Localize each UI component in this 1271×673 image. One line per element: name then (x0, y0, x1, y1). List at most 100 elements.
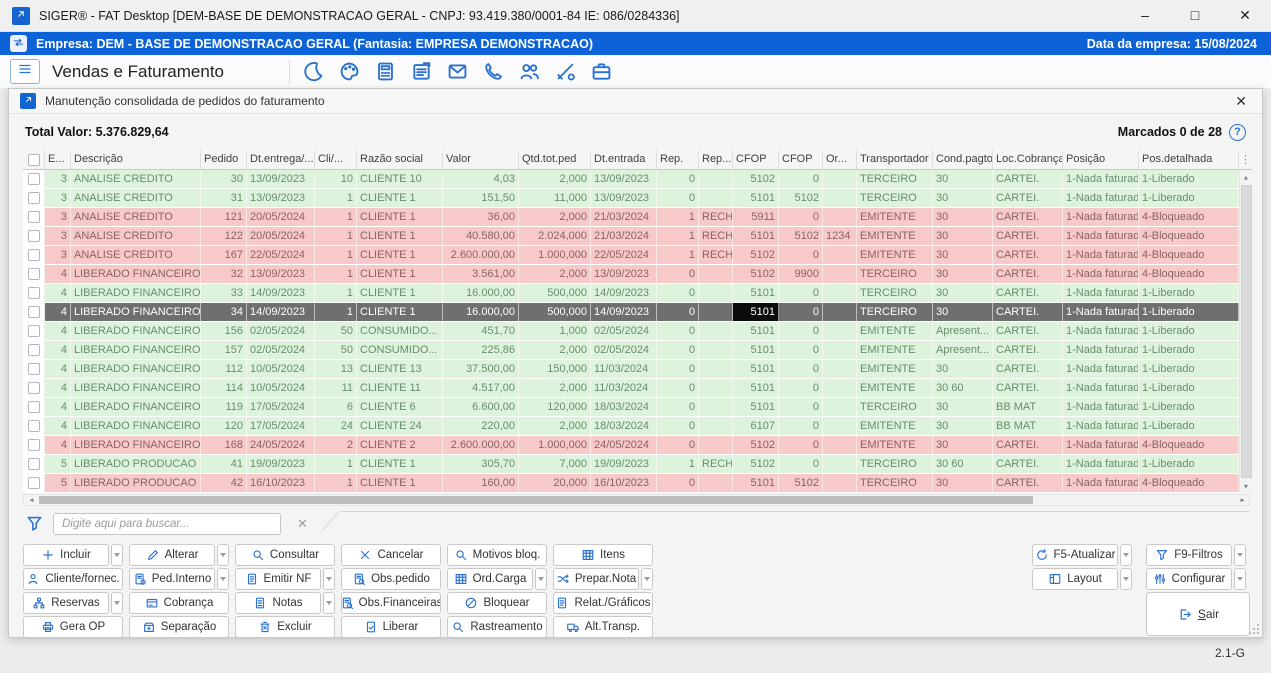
row-checkbox[interactable] (23, 208, 45, 226)
tools-icon[interactable] (554, 60, 577, 83)
rastreamento-button[interactable]: Rastreamento (447, 616, 547, 638)
table-row[interactable]: 4LIBERADO FINANCEIRO3414/09/20231CLIENTE… (23, 303, 1252, 322)
reservas-dropdown[interactable] (111, 592, 123, 614)
separa-o-button[interactable]: Separação (129, 616, 229, 638)
row-checkbox[interactable] (23, 398, 45, 416)
column-header[interactable]: Posição (1063, 150, 1139, 169)
maximize-icon[interactable]: □ (1187, 7, 1203, 24)
table-row[interactable]: 4LIBERADO FINANCEIRO16824/05/20242CLIENT… (23, 436, 1252, 455)
gera-op-button[interactable]: Gera OP (23, 616, 123, 638)
table-row[interactable]: 3ANALISE CREDITO16722/05/20241CLIENTE 12… (23, 246, 1252, 265)
column-header[interactable]: Rep. (657, 150, 699, 169)
users-icon[interactable] (518, 60, 541, 83)
scroll-down-icon[interactable] (1240, 479, 1252, 493)
row-checkbox[interactable] (23, 246, 45, 264)
column-header[interactable]: Loc.Cobrança (993, 150, 1063, 169)
cobran-a-button[interactable]: Cobrança (129, 592, 229, 614)
table-row[interactable]: 3ANALISE CREDITO3113/09/20231CLIENTE 115… (23, 189, 1252, 208)
prepar-nota-dropdown[interactable] (641, 568, 653, 590)
configurar-button[interactable]: Configurar (1146, 568, 1232, 590)
ped-interno-button[interactable]: Ped.Interno (129, 568, 215, 590)
row-checkbox[interactable] (23, 265, 45, 283)
alterar-dropdown[interactable] (217, 544, 229, 566)
column-header[interactable]: Or... (823, 150, 857, 169)
horizontal-scroll-thumb[interactable] (39, 496, 1033, 504)
column-header[interactable]: Pedido (201, 150, 247, 169)
row-checkbox[interactable] (23, 227, 45, 245)
filter-icon[interactable] (25, 514, 44, 538)
notas-dropdown[interactable] (323, 592, 335, 614)
column-header[interactable]: E... (45, 150, 71, 169)
bloquear-button[interactable]: Bloquear (447, 592, 547, 614)
f5-atualizar-dropdown[interactable] (1120, 544, 1132, 566)
row-checkbox[interactable] (23, 322, 45, 340)
scroll-up-icon[interactable] (1240, 170, 1252, 184)
column-options-icon[interactable] (1239, 150, 1252, 169)
column-header[interactable]: Rep... (699, 150, 733, 169)
cancelar-button[interactable]: Cancelar (341, 544, 441, 566)
obs-pedido-button[interactable]: Obs.pedido (341, 568, 441, 590)
select-all-checkbox[interactable] (23, 150, 45, 169)
reservas-button[interactable]: Reservas (23, 592, 109, 614)
table-row[interactable]: 3ANALISE CREDITO3013/09/202310CLIENTE 10… (23, 170, 1252, 189)
layout-dropdown[interactable] (1120, 568, 1132, 590)
table-row[interactable]: 4LIBERADO FINANCEIRO15602/05/202450CONSU… (23, 322, 1252, 341)
row-checkbox[interactable] (23, 284, 45, 302)
f5-atualizar-button[interactable]: F5-Atualizar (1032, 544, 1118, 566)
dialog-close-icon[interactable]: ✕ (1231, 93, 1251, 110)
row-checkbox[interactable] (23, 170, 45, 188)
row-checkbox[interactable] (23, 189, 45, 207)
row-checkbox[interactable] (23, 474, 45, 492)
switch-company-icon[interactable] (10, 35, 27, 52)
ord-carga-dropdown[interactable] (535, 568, 547, 590)
row-checkbox[interactable] (23, 379, 45, 397)
f9-filtros-button[interactable]: F9-Filtros (1146, 544, 1232, 566)
motivos-bloq-button[interactable]: Motivos bloq. (447, 544, 547, 566)
emitir-nf-button[interactable]: Emitir NF (235, 568, 321, 590)
column-header[interactable]: Cli/... (315, 150, 357, 169)
f9-filtros-dropdown[interactable] (1234, 544, 1246, 566)
row-checkbox[interactable] (23, 303, 45, 321)
horizontal-scroll-track[interactable] (38, 495, 1235, 505)
cliente-fornec-button[interactable]: Cliente/fornec. (23, 568, 123, 590)
alterar-button[interactable]: Alterar (129, 544, 215, 566)
incluir-dropdown[interactable] (111, 544, 123, 566)
column-header[interactable]: Dt.entrega/... (247, 150, 315, 169)
table-row[interactable]: 4LIBERADO FINANCEIRO15702/05/202450CONSU… (23, 341, 1252, 360)
minimize-icon[interactable]: – (1137, 7, 1153, 24)
vertical-scroll-thumb[interactable] (1241, 185, 1252, 478)
notes-icon[interactable] (410, 60, 433, 83)
close-icon[interactable]: ✕ (1237, 7, 1253, 24)
scroll-right-icon[interactable] (1235, 495, 1249, 505)
ped-interno-dropdown[interactable] (217, 568, 229, 590)
obs-financeiras-button[interactable]: Obs.Financeiras (341, 592, 441, 614)
liberar-button[interactable]: Liberar (341, 616, 441, 638)
column-header[interactable]: Qtd.tot.ped (519, 150, 591, 169)
sair-button[interactable]: Sair (1146, 592, 1250, 636)
calculator-icon[interactable] (374, 60, 397, 83)
briefcase-icon[interactable] (590, 60, 613, 83)
column-header[interactable]: Valor (443, 150, 519, 169)
row-checkbox[interactable] (23, 455, 45, 473)
resize-grip[interactable] (1249, 624, 1259, 634)
row-checkbox[interactable] (23, 360, 45, 378)
configurar-dropdown[interactable] (1234, 568, 1246, 590)
column-header[interactable]: Transportador (857, 150, 933, 169)
prepar-nota-button[interactable]: Prepar.Nota (553, 568, 639, 590)
table-row[interactable]: 4LIBERADO FINANCEIRO11917/05/20246CLIENT… (23, 398, 1252, 417)
table-row[interactable]: 5LIBERADO PRODUCAO4119/09/20231CLIENTE 1… (23, 455, 1252, 474)
column-header[interactable]: Pos.detalhada (1139, 150, 1239, 169)
column-header[interactable]: Cond.pagto (933, 150, 993, 169)
column-header[interactable]: Descrição (71, 150, 201, 169)
palette-icon[interactable] (338, 60, 361, 83)
mail-icon[interactable] (446, 60, 469, 83)
table-row[interactable]: 4LIBERADO FINANCEIRO11410/05/202411CLIEN… (23, 379, 1252, 398)
relat-gr-ficos-button[interactable]: Relat./Gráficos (553, 592, 653, 614)
incluir-button[interactable]: Incluir (23, 544, 109, 566)
search-input[interactable] (53, 513, 281, 535)
moon-icon[interactable] (302, 60, 325, 83)
table-row[interactable]: 4LIBERADO FINANCEIRO12017/05/202424CLIEN… (23, 417, 1252, 436)
ord-carga-button[interactable]: Ord.Carga (447, 568, 533, 590)
help-icon[interactable]: ? (1229, 124, 1246, 141)
table-row[interactable]: 4LIBERADO FINANCEIRO11210/05/202413CLIEN… (23, 360, 1252, 379)
